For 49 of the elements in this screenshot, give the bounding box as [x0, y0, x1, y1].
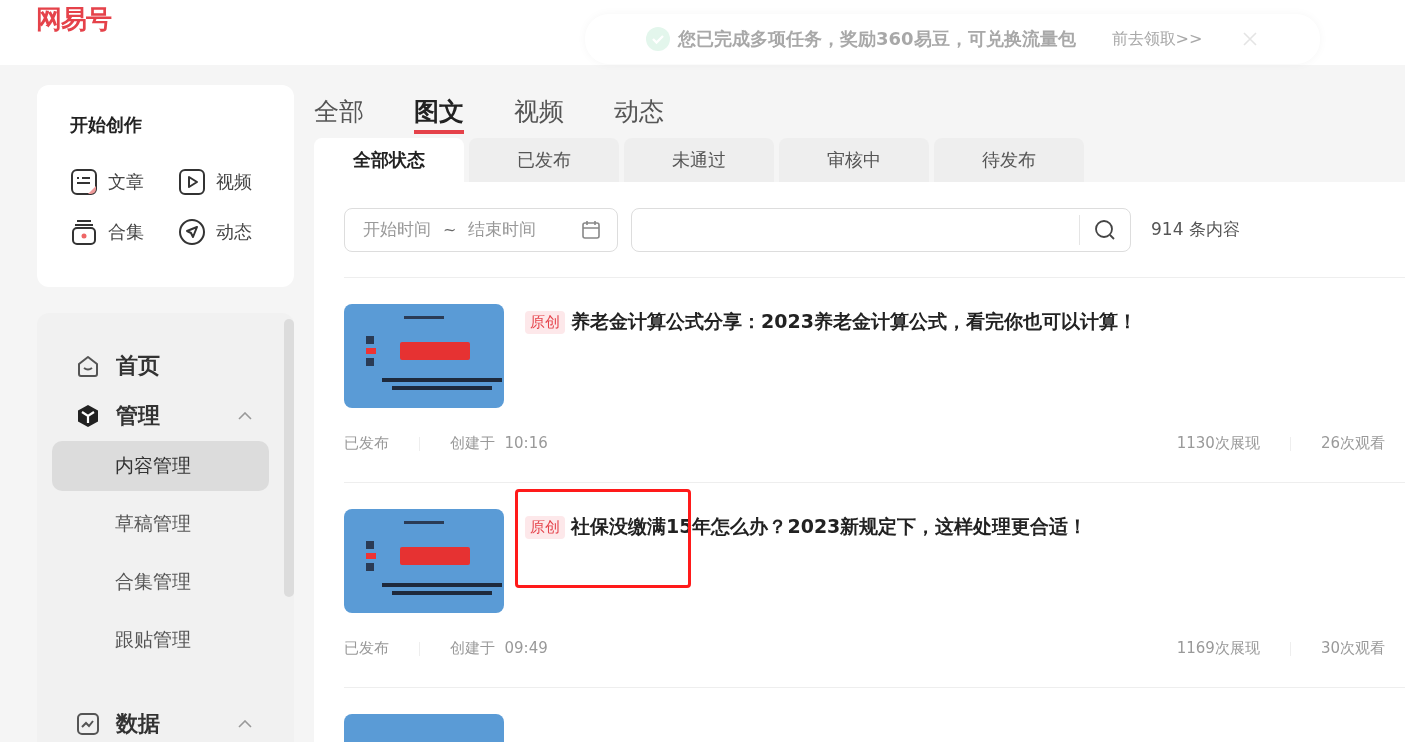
calendar-icon [581, 219, 601, 240]
logo[interactable]: 网易号 [36, 2, 111, 37]
nav-group[interactable]: 管理 [52, 391, 252, 441]
nav-group[interactable]: 首页 [52, 341, 252, 391]
impressions-count: 1130次展现 [1176, 434, 1260, 453]
nav-item[interactable]: 跟贴管理 [52, 615, 269, 665]
created-time: 创建于 10:16 [450, 434, 548, 453]
status-tab[interactable]: 审核中 [779, 138, 929, 182]
type-tab[interactable]: 全部 [314, 95, 364, 128]
card-title: 开始创作 [70, 113, 143, 137]
type-tab[interactable]: 图文 [414, 95, 464, 134]
chart-icon [76, 712, 100, 736]
status-tab[interactable]: 全部状态 [314, 138, 464, 182]
date-range-field[interactable]: 开始时间 ~ 结束时间 [344, 207, 618, 252]
create-item[interactable]: 动态 [178, 218, 278, 246]
search-icon[interactable] [1094, 218, 1116, 241]
original-badge: 原创 [525, 516, 565, 539]
original-badge: 原创 [525, 311, 565, 334]
play-icon [178, 168, 206, 196]
publish-status: 已发布 [344, 639, 389, 658]
views-count: 26次观看 [1320, 434, 1385, 453]
type-tab[interactable]: 视频 [514, 95, 564, 128]
toast-message: 您已完成多项任务，奖励360易豆，可兑换流量包 [678, 27, 1076, 51]
create-item[interactable]: 合集 [70, 218, 178, 246]
note-icon [70, 168, 98, 196]
send-icon [178, 218, 206, 246]
create-item[interactable]: 文章 [70, 168, 178, 196]
nav-item[interactable]: 合集管理 [52, 557, 269, 607]
check-icon [646, 27, 670, 51]
nav-group[interactable]: 数据 [52, 699, 252, 742]
nav-item[interactable]: 草稿管理 [52, 499, 269, 549]
stack-icon [70, 218, 98, 246]
content-count: 914 条内容 [1151, 218, 1240, 241]
status-tab[interactable]: 待发布 [934, 138, 1084, 182]
create-item[interactable]: 视频 [178, 168, 278, 196]
created-time: 创建于 09:49 [450, 639, 548, 658]
type-tab[interactable]: 动态 [614, 95, 664, 128]
impressions-count: 1169次展现 [1176, 639, 1260, 658]
home-icon [76, 354, 100, 378]
cube-icon [76, 404, 100, 428]
close-icon[interactable] [1242, 31, 1259, 47]
status-tab[interactable]: 未通过 [624, 138, 774, 182]
scrollbar[interactable] [284, 319, 294, 597]
status-tab[interactable]: 已发布 [469, 138, 619, 182]
article-title[interactable]: 养老金计算公式分享：2023养老金计算公式，看完你也可以计算！ [571, 309, 1137, 335]
search-field[interactable] [631, 207, 1131, 252]
publish-status: 已发布 [344, 434, 389, 453]
nav-item[interactable]: 内容管理 [52, 441, 269, 491]
views-count: 30次观看 [1320, 639, 1385, 658]
